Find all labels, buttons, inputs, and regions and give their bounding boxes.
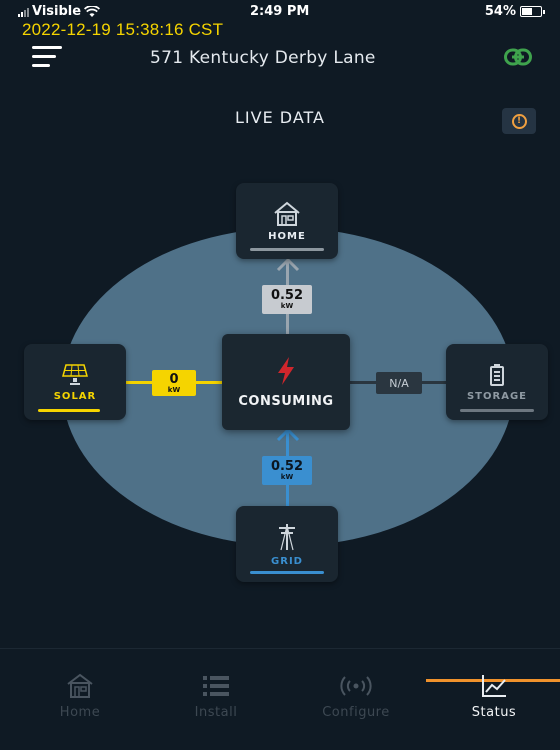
timestamp-overlay: 2022-12-19 15:38:16 CST <box>22 20 224 39</box>
tab-install-label: Install <box>194 705 238 720</box>
home-status-bar <box>250 248 324 251</box>
carrier-name: Visible <box>32 4 82 19</box>
solar-node[interactable]: SOLAR <box>24 344 126 420</box>
battery-icon <box>490 363 504 386</box>
top-bar: 571 Kentucky Derby Lane <box>0 40 560 80</box>
storage-label: STORAGE <box>466 390 527 402</box>
house-icon <box>274 201 300 226</box>
grid-flow-unit: kW <box>280 473 294 481</box>
live-data-title: LIVE DATA <box>235 108 325 127</box>
solar-flow-value: 0 kW <box>152 370 196 396</box>
tab-home-label: Home <box>59 705 101 720</box>
grid-status-bar <box>250 571 324 574</box>
battery-icon <box>520 6 545 17</box>
consuming-label: CONSUMING <box>238 393 334 409</box>
power-tower-icon <box>279 523 295 550</box>
grid-flow-arrow-icon <box>276 428 300 442</box>
grid-label: GRID <box>271 555 303 567</box>
battery-area: 54% <box>484 4 545 19</box>
house-icon <box>67 673 93 698</box>
grid-flow-number: 0.52 <box>270 459 304 474</box>
tab-install[interactable]: Install <box>156 673 276 720</box>
tab-configure-label: Configure <box>322 705 390 720</box>
storage-node[interactable]: STORAGE <box>446 344 548 420</box>
tab-status-label: Status <box>471 705 517 720</box>
chart-line-icon <box>482 675 506 697</box>
clock: 2:49 PM <box>250 4 310 19</box>
storage-flow-text: N/A <box>389 376 409 390</box>
hamburger-menu-icon[interactable] <box>32 46 62 68</box>
home-node[interactable]: HOME <box>236 183 338 259</box>
site-address: 571 Kentucky Derby Lane <box>150 48 376 68</box>
info-button[interactable]: ! <box>502 108 536 134</box>
bottom-tab-bar: Home Install Configure Status <box>0 648 560 750</box>
wifi-icon <box>84 5 101 17</box>
storage-flow-value: N/A <box>376 372 422 394</box>
storage-status-bar <box>460 409 534 412</box>
solar-flow-unit: kW <box>167 385 181 394</box>
tab-home[interactable]: Home <box>20 673 140 720</box>
home-flow-unit: kW <box>280 302 294 310</box>
solar-flow-number: 0 <box>169 371 179 387</box>
tab-configure[interactable]: Configure <box>296 673 416 720</box>
home-flow-value: 0.52 kW <box>262 285 312 314</box>
home-flow-arrow-icon <box>276 258 300 272</box>
solar-panel-icon <box>62 363 88 385</box>
consuming-node: CONSUMING <box>222 334 350 430</box>
lightning-bolt-icon <box>278 356 294 385</box>
list-icon <box>203 676 229 696</box>
broadcast-icon <box>340 676 372 696</box>
tab-status[interactable]: Status <box>434 673 554 720</box>
link-icon[interactable] <box>504 48 532 66</box>
grid-flow-value: 0.52 kW <box>262 456 312 485</box>
solar-label: SOLAR <box>53 390 97 402</box>
battery-percent: 54% <box>484 4 516 19</box>
info-icon: ! <box>511 113 527 129</box>
home-label: HOME <box>268 230 306 242</box>
signal-icon <box>18 7 29 17</box>
solar-status-bar <box>38 409 100 412</box>
carrier-area: Visible <box>18 4 101 19</box>
home-flow-number: 0.52 <box>270 288 304 303</box>
grid-node[interactable]: GRID <box>236 506 338 582</box>
